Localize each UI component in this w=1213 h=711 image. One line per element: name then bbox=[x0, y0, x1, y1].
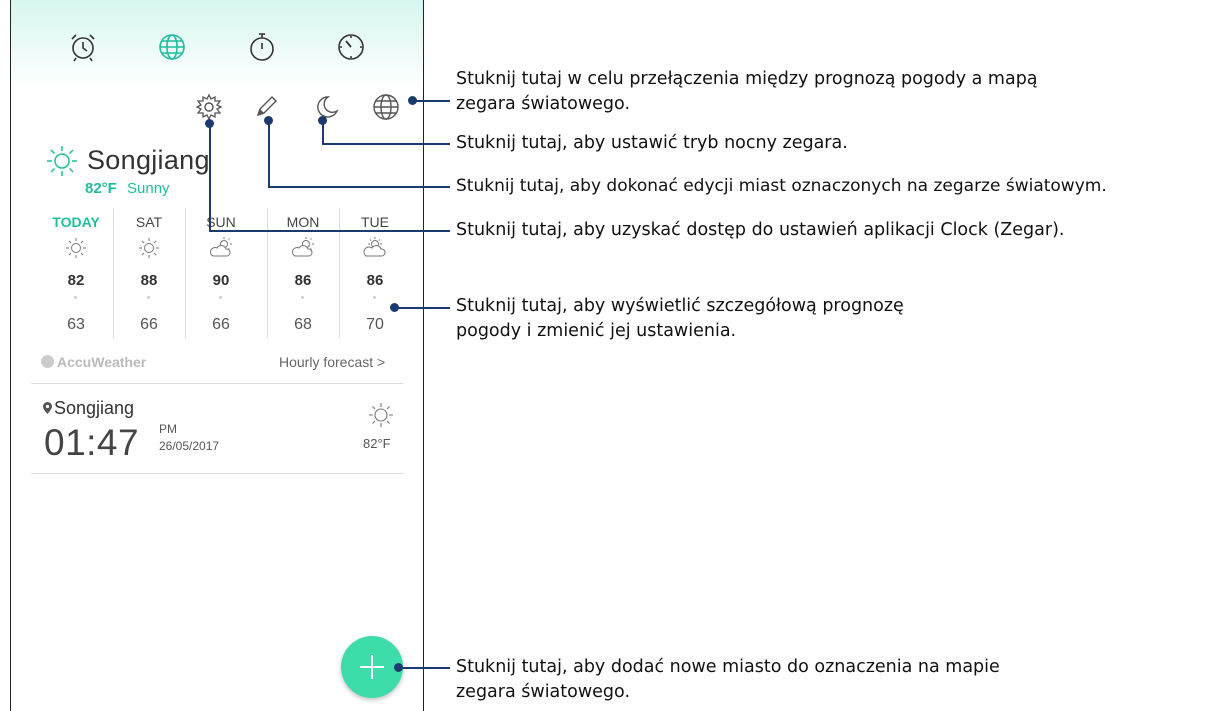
hourly-forecast-link[interactable]: Hourly forecast > bbox=[279, 354, 385, 370]
stopwatch-icon[interactable] bbox=[245, 30, 279, 64]
divider bbox=[31, 473, 403, 474]
callout-add: Stuknij tutaj, aby dodać nowe miasto do … bbox=[456, 655, 1000, 705]
world-clock-ampm: PM bbox=[159, 422, 177, 436]
callout-text: zegara światowego. bbox=[456, 94, 631, 114]
city-name: Songjiang bbox=[87, 145, 210, 175]
sun-icon bbox=[66, 238, 86, 258]
day-low: 66 bbox=[212, 316, 230, 333]
day-high: 90 bbox=[212, 272, 230, 289]
forecast-day[interactable]: MON 86 68 bbox=[268, 208, 338, 338]
day-high: 88 bbox=[140, 272, 158, 289]
partly-cloudy-icon bbox=[363, 237, 386, 257]
separator-dot bbox=[219, 296, 222, 299]
separator-dot bbox=[74, 296, 77, 299]
current-temperature: 82°F bbox=[85, 180, 117, 197]
sun-icon bbox=[369, 403, 393, 427]
callout-edit: Stuknij tutaj, aby dokonać edycji miast … bbox=[456, 174, 1107, 199]
separator-dot bbox=[373, 296, 376, 299]
callout-line bbox=[268, 186, 450, 188]
day-label: TODAY bbox=[52, 214, 100, 230]
callout-text: Stuknij tutaj, aby dokonać edycji miast … bbox=[456, 176, 1107, 196]
callout-line bbox=[412, 100, 450, 102]
location-pin-icon bbox=[43, 402, 52, 414]
callout-line bbox=[398, 667, 450, 669]
world-clock-date: 26/05/2017 bbox=[159, 439, 220, 453]
forecast-day[interactable]: TODAY 82 63 bbox=[41, 208, 111, 338]
callout-text: Stuknij tutaj w celu przełączenia między… bbox=[456, 69, 1038, 89]
day-low: 63 bbox=[67, 316, 85, 333]
world-clock-city: Songjiang bbox=[43, 398, 134, 419]
separator-dot bbox=[147, 296, 150, 299]
separator-dot bbox=[301, 296, 304, 299]
callout-line bbox=[322, 120, 324, 143]
callout-globe: Stuknij tutaj w celu przełączenia między… bbox=[456, 67, 1038, 117]
divider bbox=[31, 383, 403, 384]
callout-line bbox=[322, 143, 450, 145]
callout-line bbox=[268, 120, 270, 186]
globe-icon[interactable] bbox=[371, 92, 401, 122]
callout-forecast: Stuknij tutaj, aby wyświetlić szczegółow… bbox=[456, 294, 904, 344]
callout-night: Stuknij tutaj, aby ustawić tryb nocny ze… bbox=[456, 131, 848, 156]
partly-cloudy-icon bbox=[210, 237, 232, 257]
day-high: 82 bbox=[67, 272, 85, 289]
gear-icon[interactable] bbox=[194, 92, 224, 122]
world-clock-temperature: 82°F bbox=[363, 436, 391, 451]
callout-line bbox=[209, 123, 211, 230]
sun-icon bbox=[47, 146, 77, 176]
day-label: SUN bbox=[206, 214, 236, 230]
partly-cloudy-icon bbox=[292, 237, 314, 257]
phone-screen: Songjiang 82°F Sunny TODAY 82 63 SAT 88 … bbox=[10, 0, 424, 711]
day-label: TUE bbox=[361, 214, 389, 230]
alarm-icon[interactable] bbox=[66, 30, 100, 64]
forecast-day[interactable]: TUE 86 70 bbox=[340, 208, 410, 338]
callout-text: Stuknij tutaj, aby wyświetlić szczegółow… bbox=[456, 296, 904, 316]
accuweather-logo: AccuWeather bbox=[41, 354, 146, 370]
globe-icon[interactable] bbox=[155, 30, 189, 64]
provider-name: AccuWeather bbox=[57, 354, 147, 370]
callout-text: Stuknij tutaj, aby ustawić tryb nocny ze… bbox=[456, 133, 848, 153]
day-low: 70 bbox=[366, 316, 384, 333]
day-low: 66 bbox=[140, 316, 158, 333]
day-high: 86 bbox=[294, 272, 312, 289]
day-low: 68 bbox=[294, 316, 312, 333]
callout-text: Stuknij tutaj, aby uzyskać dostęp do ust… bbox=[456, 220, 1065, 240]
callout-line bbox=[394, 307, 450, 309]
accuweather-sun-icon bbox=[41, 355, 54, 368]
callout-line bbox=[209, 230, 450, 232]
world-clock-time: 01:47 bbox=[44, 422, 140, 463]
forecast-day[interactable]: SAT 88 66 bbox=[114, 208, 184, 338]
sun-icon bbox=[139, 238, 159, 258]
day-label: SAT bbox=[135, 214, 163, 230]
current-condition: Sunny bbox=[127, 180, 170, 197]
world-clock-city-name: Songjiang bbox=[54, 398, 135, 418]
callout-settings: Stuknij tutaj, aby uzyskać dostęp do ust… bbox=[456, 218, 1064, 243]
callout-text: zegara światowego. bbox=[456, 682, 631, 702]
callout-text: pogody i zmienić jej ustawienia. bbox=[456, 321, 737, 341]
callout-text: Stuknij tutaj, aby dodać nowe miasto do … bbox=[456, 657, 1000, 677]
timer-icon[interactable] bbox=[334, 30, 368, 64]
forecast-day[interactable]: SUN 90 66 bbox=[186, 208, 256, 338]
day-high: 86 bbox=[366, 272, 384, 289]
day-label: MON bbox=[286, 214, 320, 230]
